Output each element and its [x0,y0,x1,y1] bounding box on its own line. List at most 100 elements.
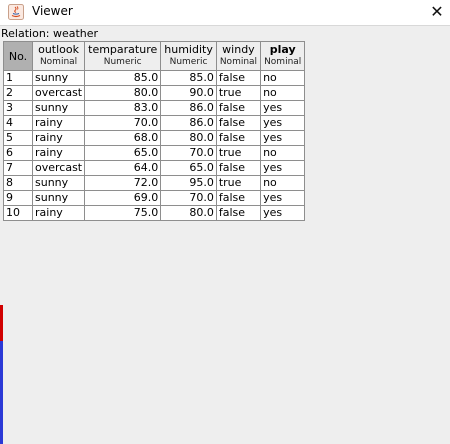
accent-red-strip [0,305,3,341]
cell-humidity[interactable]: 70.0 [160,190,217,206]
cell-temparature[interactable]: 69.0 [84,190,162,206]
column-header-label: humidity [164,43,213,56]
left-edge-accent [0,305,3,444]
cell-no[interactable]: 3 [3,100,33,116]
cell-play[interactable]: yes [260,115,306,131]
cell-temparature[interactable]: 85.0 [84,70,162,86]
cell-windy[interactable]: false [215,115,262,131]
table-row: 10 rainy 75.0 80.0 false yes [3,205,306,221]
column-header-label: windy [222,43,255,56]
cell-windy[interactable]: false [215,205,262,221]
table-row: 7 overcast 64.0 65.0 false yes [3,160,306,176]
java-app-icon [8,4,24,20]
cell-no[interactable]: 10 [3,205,33,221]
cell-no[interactable]: 1 [3,70,33,86]
cell-outlook[interactable]: overcast [31,160,86,176]
cell-outlook[interactable]: sunny [31,100,86,116]
cell-temparature[interactable]: 80.0 [84,85,162,101]
cell-humidity[interactable]: 80.0 [160,130,217,146]
viewer-window: Viewer ✕ Relation: weather No. outlook N… [0,0,450,444]
table-row: 6 rainy 65.0 70.0 true no [3,145,306,161]
cell-outlook[interactable]: rainy [31,130,86,146]
cell-humidity[interactable]: 80.0 [160,205,217,221]
table-row: 2 overcast 80.0 90.0 true no [3,85,306,101]
cell-play[interactable]: yes [260,130,306,146]
cell-play[interactable]: yes [260,205,306,221]
data-table: No. outlook Nominal temparature Numeric … [3,41,306,221]
cell-no[interactable]: 7 [3,160,33,176]
cell-temparature[interactable]: 65.0 [84,145,162,161]
cell-windy[interactable]: false [215,160,262,176]
cell-windy[interactable]: true [215,85,262,101]
cell-no[interactable]: 9 [3,190,33,206]
cell-no[interactable]: 4 [3,115,33,131]
cell-play[interactable]: yes [260,160,306,176]
column-header-windy[interactable]: windy Nominal [215,41,262,71]
cell-outlook[interactable]: rainy [31,205,86,221]
cell-windy[interactable]: false [215,100,262,116]
close-icon: ✕ [430,2,444,21]
cell-humidity[interactable]: 85.0 [160,70,217,86]
column-header-type: Nominal [39,57,78,67]
table-row: 1 sunny 85.0 85.0 false no [3,70,306,86]
table-row: 4 rainy 70.0 86.0 false yes [3,115,306,131]
cell-temparature[interactable]: 83.0 [84,100,162,116]
column-header-humidity[interactable]: humidity Numeric [160,41,217,71]
cell-outlook[interactable]: sunny [31,70,86,86]
relation-label: Relation: weather [1,27,99,40]
cell-humidity[interactable]: 65.0 [160,160,217,176]
column-header-type: Numeric [169,57,208,67]
cell-temparature[interactable]: 64.0 [84,160,162,176]
cell-humidity[interactable]: 70.0 [160,145,217,161]
cell-play[interactable]: no [260,70,306,86]
cell-outlook[interactable]: sunny [31,190,86,206]
column-header-no[interactable]: No. [3,41,33,71]
title-bar[interactable]: Viewer ✕ [0,0,450,26]
cell-windy[interactable]: true [215,175,262,191]
close-button[interactable]: ✕ [426,2,448,22]
cell-humidity[interactable]: 86.0 [160,100,217,116]
window-title: Viewer [32,4,73,18]
cell-outlook[interactable]: overcast [31,85,86,101]
column-header-type: Numeric [103,57,142,67]
cell-windy[interactable]: true [215,145,262,161]
cell-windy[interactable]: false [215,190,262,206]
cell-temparature[interactable]: 68.0 [84,130,162,146]
column-header-play[interactable]: play Nominal [260,41,306,71]
cell-play[interactable]: yes [260,100,306,116]
table-row: 9 sunny 69.0 70.0 false yes [3,190,306,206]
table-row: 8 sunny 72.0 95.0 true no [3,175,306,191]
column-header-label: play [269,43,296,56]
cell-play[interactable]: no [260,85,306,101]
cell-no[interactable]: 6 [3,145,33,161]
table-viewport[interactable]: No. outlook Nominal temparature Numeric … [3,41,450,444]
cell-temparature[interactable]: 72.0 [84,175,162,191]
column-header-temparature[interactable]: temparature Numeric [84,41,162,71]
cell-no[interactable]: 8 [3,175,33,191]
column-header-outlook[interactable]: outlook Nominal [31,41,86,71]
cell-humidity[interactable]: 95.0 [160,175,217,191]
cell-play[interactable]: no [260,145,306,161]
cell-play[interactable]: yes [260,190,306,206]
cell-outlook[interactable]: sunny [31,175,86,191]
cell-outlook[interactable]: rainy [31,145,86,161]
cell-no[interactable]: 5 [3,130,33,146]
header-row: No. outlook Nominal temparature Numeric … [3,41,306,71]
column-header-label: No. [8,49,28,63]
accent-blue-strip [0,341,3,444]
cell-no[interactable]: 2 [3,85,33,101]
table-row: 3 sunny 83.0 86.0 false yes [3,100,306,116]
cell-humidity[interactable]: 90.0 [160,85,217,101]
column-header-label: temparature [88,43,158,56]
cell-temparature[interactable]: 70.0 [84,115,162,131]
column-header-type: Nominal [219,57,258,67]
cell-play[interactable]: no [260,175,306,191]
cell-humidity[interactable]: 86.0 [160,115,217,131]
column-header-type: Nominal [264,57,302,67]
cell-windy[interactable]: false [215,70,262,86]
cell-temparature[interactable]: 75.0 [84,205,162,221]
cell-windy[interactable]: false [215,130,262,146]
table-row: 5 rainy 68.0 80.0 false yes [3,130,306,146]
column-header-label: outlook [38,43,80,56]
cell-outlook[interactable]: rainy [31,115,86,131]
